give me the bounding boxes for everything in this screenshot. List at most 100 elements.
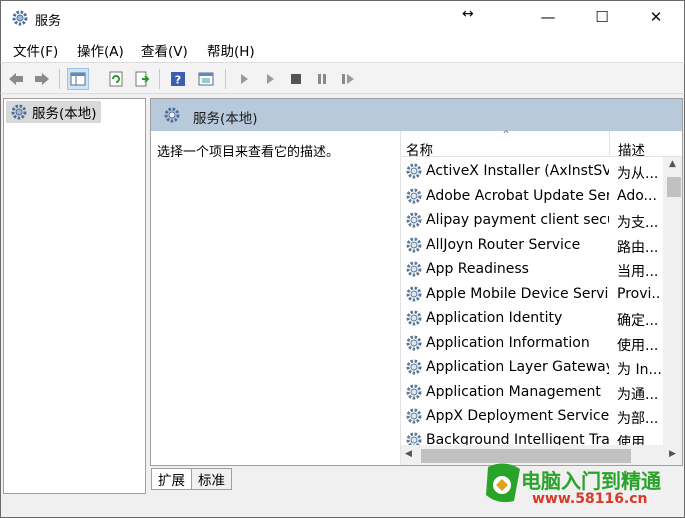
- back-icon[interactable]: [5, 68, 27, 90]
- service-gear-icon: [405, 236, 423, 258]
- service-row[interactable]: Application Layer Gateway ... 为 In...: [401, 355, 663, 379]
- service-gear-icon: [405, 358, 423, 380]
- vertical-scrollbar[interactable]: ▲: [663, 157, 682, 457]
- service-description: 确定...: [617, 313, 659, 329]
- service-row[interactable]: Application Identity 确定...: [401, 306, 663, 330]
- maximize-icon: ☐: [595, 8, 609, 26]
- column-description-header[interactable]: 描述: [618, 139, 645, 159]
- maximize-button[interactable]: ☐: [578, 1, 626, 33]
- tree-node-label: 服务(本地): [32, 106, 97, 122]
- service-gear-icon: [405, 334, 423, 356]
- service-row[interactable]: Application Information 使用...: [401, 331, 663, 355]
- watermark-url: www.58116.cn: [532, 491, 648, 507]
- service-name: ActiveX Installer (AxInstSV): [426, 163, 609, 179]
- services-gear-icon: [163, 106, 181, 128]
- service-name: AppX Deployment Service ...: [426, 408, 609, 424]
- services-gear-icon: [10, 103, 28, 125]
- service-gear-icon: [405, 211, 423, 233]
- start-service-icon[interactable]: [233, 68, 255, 90]
- toolbar-separator: [225, 69, 226, 89]
- detail-header: 服务(本地): [151, 99, 682, 131]
- stop-service-icon[interactable]: [285, 68, 307, 90]
- service-gear-icon: [405, 187, 423, 209]
- scroll-right-icon[interactable]: ▶: [669, 449, 676, 459]
- description-hint: 选择一个项目来查看它的描述。: [157, 145, 340, 160]
- service-gear-icon: [405, 383, 423, 405]
- service-description: 路由...: [617, 240, 659, 256]
- help-icon[interactable]: ?: [167, 68, 189, 90]
- close-icon: ✕: [649, 8, 663, 26]
- service-description: Provi...: [617, 286, 661, 302]
- column-divider[interactable]: [609, 131, 610, 157]
- column-name-header[interactable]: 名称: [406, 139, 433, 159]
- detail-pane: 服务(本地) 选择一个项目来查看它的描述。 ⌃ 名称 描述 ActiveX In…: [150, 98, 683, 466]
- service-gear-icon: [405, 285, 423, 307]
- export-list-icon[interactable]: [131, 68, 153, 90]
- watermark: 电脑入门到精通 www.58116.cn: [484, 461, 680, 515]
- service-row[interactable]: Adobe Acrobat Update Ser... Ado...: [401, 184, 663, 208]
- tree-node-local-services[interactable]: 服务(本地): [6, 101, 101, 123]
- sort-ascending-icon: ⌃: [501, 128, 512, 142]
- service-name: Alipay payment client secu...: [426, 212, 609, 228]
- service-name: App Readiness: [426, 261, 529, 277]
- service-row[interactable]: Application Management 为通...: [401, 380, 663, 404]
- detail-title: 服务(本地): [193, 111, 258, 127]
- service-row[interactable]: Apple Mobile Device Servi... Provi...: [401, 282, 663, 306]
- menu-bar: 文件(F) 操作(A) 查看(V) 帮助(H): [0, 34, 685, 62]
- view-tabs: 扩展 标准: [151, 468, 232, 490]
- minimize-icon: —: [540, 8, 556, 26]
- refresh-icon[interactable]: [105, 68, 127, 90]
- service-row[interactable]: ActiveX Installer (AxInstSV) 为从...: [401, 159, 663, 183]
- properties-icon[interactable]: [195, 68, 217, 90]
- service-name: Application Management: [426, 384, 601, 400]
- service-row[interactable]: AppX Deployment Service ... 为部...: [401, 404, 663, 428]
- service-description: 当用...: [617, 264, 659, 280]
- main-area: 服务(本地) 服务(本地) 选择一个项目来查看它的描述。 ⌃ 名称 描述 Act…: [0, 94, 685, 518]
- service-gear-icon: [405, 309, 423, 331]
- service-description: 使用...: [617, 338, 659, 354]
- vertical-scroll-thumb[interactable]: [667, 177, 681, 197]
- scroll-up-icon[interactable]: ▲: [669, 159, 676, 169]
- service-name: Application Layer Gateway ...: [426, 359, 609, 375]
- watermark-name: 电脑入门到精通: [521, 469, 661, 493]
- service-row[interactable]: AllJoyn Router Service 路由...: [401, 233, 663, 257]
- menu-view[interactable]: 查看(V): [141, 40, 188, 60]
- menu-file[interactable]: 文件(F): [13, 40, 58, 60]
- service-description: 为支...: [617, 215, 659, 231]
- service-gear-icon: [405, 162, 423, 184]
- service-name: Application Information: [426, 335, 590, 351]
- toolbar: ?: [0, 62, 685, 94]
- forward-icon[interactable]: [31, 68, 53, 90]
- close-button[interactable]: ✕: [632, 1, 680, 33]
- title-bar: 服务 ↔ — ☐ ✕: [0, 0, 685, 34]
- services-gear-icon: [11, 9, 29, 27]
- scroll-left-icon[interactable]: ◀: [405, 449, 412, 459]
- tab-extended[interactable]: 扩展: [151, 468, 192, 490]
- service-description: 为通...: [617, 387, 659, 403]
- watermark-logo-icon: [484, 461, 524, 505]
- column-header: ⌃ 名称 描述: [401, 128, 682, 159]
- service-description: 为 In...: [617, 362, 661, 378]
- svg-text:?: ?: [175, 74, 181, 87]
- toolbar-separator: [159, 69, 160, 89]
- service-row[interactable]: App Readiness 当用...: [401, 257, 663, 281]
- start-alt-icon[interactable]: [259, 68, 281, 90]
- service-description: Ado...: [617, 188, 657, 204]
- services-list: ⌃ 名称 描述 ActiveX Installer (AxInstSV) 为从.…: [400, 128, 682, 465]
- service-name: Apple Mobile Device Servi...: [426, 286, 609, 302]
- pause-service-icon[interactable]: [311, 68, 333, 90]
- menu-action[interactable]: 操作(A): [77, 40, 124, 60]
- service-name: AllJoyn Router Service: [426, 237, 581, 253]
- show-tree-icon[interactable]: [67, 68, 89, 90]
- tab-standard[interactable]: 标准: [192, 468, 232, 490]
- service-gear-icon: [405, 260, 423, 282]
- restart-service-icon[interactable]: [337, 68, 359, 90]
- minimize-button[interactable]: —: [524, 1, 572, 33]
- service-description: 为部...: [617, 411, 659, 427]
- service-row[interactable]: Alipay payment client secu... 为支...: [401, 208, 663, 232]
- service-description: 为从...: [617, 166, 659, 182]
- menu-help[interactable]: 帮助(H): [207, 40, 255, 60]
- window-title: 服务: [35, 14, 62, 29]
- service-gear-icon: [405, 407, 423, 429]
- console-tree: 服务(本地): [3, 98, 146, 494]
